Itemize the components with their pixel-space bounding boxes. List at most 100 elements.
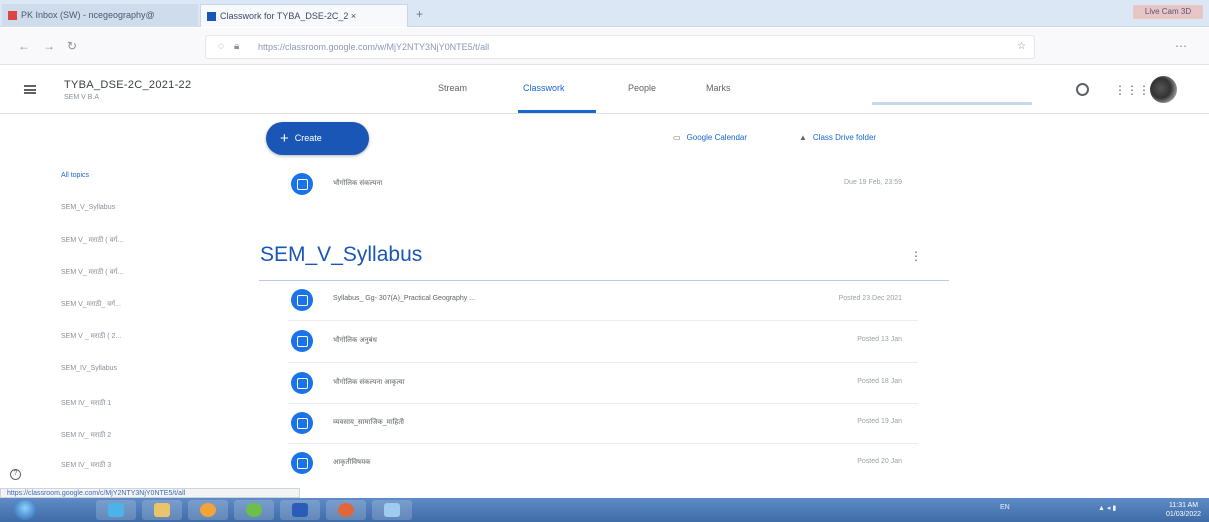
assignment-icon xyxy=(291,173,313,195)
start-button[interactable] xyxy=(14,500,36,520)
address-bar-row: ← → ↻ ◌ 🔒︎ https://classroom.google.com/… xyxy=(0,28,1209,65)
taskbar-word[interactable] xyxy=(280,500,320,520)
material-title: आकृतीविषयक xyxy=(333,459,371,466)
word-icon xyxy=(292,503,308,517)
clock[interactable]: 11:31 AM 01/03/2022 xyxy=(1166,501,1201,519)
assignment-row[interactable]: भौगोलिक संकल्पना Due 19 Feb, 23:59 xyxy=(288,167,914,203)
taskbar-explorer[interactable] xyxy=(142,500,182,520)
material-row[interactable]: आकृतीविषयक Posted 20 Jan xyxy=(288,446,914,482)
tab-classwork[interactable]: Classwork xyxy=(523,83,565,93)
calendar-icon: ▭ xyxy=(673,133,681,142)
material-posted-date: Posted 23 Dec 2021 xyxy=(838,295,902,302)
assignment-due-date: Due 19 Feb, 23:59 xyxy=(844,179,902,186)
google-calendar-link[interactable]: ▭ Google Calendar xyxy=(673,133,747,142)
active-tab-indicator xyxy=(518,110,596,113)
material-icon xyxy=(291,289,313,311)
progress-strip xyxy=(872,102,1032,105)
assignment-title: भौगोलिक संकल्पना xyxy=(333,180,383,187)
row-divider xyxy=(288,320,918,321)
avatar[interactable] xyxy=(1150,76,1177,103)
topic-item[interactable]: SEM V _ मराठी ( 2... xyxy=(61,332,121,341)
folder-icon xyxy=(154,503,170,517)
row-divider xyxy=(288,362,918,363)
class-drive-folder-link[interactable]: ▲ Class Drive folder xyxy=(799,133,876,142)
topic-all[interactable]: All topics xyxy=(61,172,89,179)
topic-item[interactable]: SEM V_मराठी_ वर्ग... xyxy=(61,300,121,309)
lock-icon: 🔒︎ xyxy=(234,41,240,52)
topic-item[interactable]: SEM V_ मराठी ( वर्ग... xyxy=(61,268,123,277)
paint-icon xyxy=(384,503,400,517)
reload-icon[interactable]: ↻ xyxy=(67,39,77,53)
browser-tab-inbox[interactable]: PK Inbox (SW) - ncegeography@ xyxy=(2,4,198,27)
browser-tab-strip: PK Inbox (SW) - ncegeography@ Classwork … xyxy=(0,0,1209,27)
material-row[interactable]: Syllabus_ Gg- 307(A)_Practical Geography… xyxy=(288,283,914,319)
plus-icon: + xyxy=(280,130,289,148)
topic-item[interactable]: SEM IV_ मराठी 2 xyxy=(61,431,111,440)
url-text: https://classroom.google.com/w/MjY2NTY3N… xyxy=(258,42,490,52)
topic-item[interactable]: SEM IV_ मराठी 3 xyxy=(61,461,111,470)
firefox-icon xyxy=(338,503,354,517)
help-icon[interactable] xyxy=(1076,83,1089,96)
status-url: https://classroom.google.com/c/MjY2NTY3N… xyxy=(0,488,300,498)
topic-item[interactable]: SEM_V_Syllabus xyxy=(61,204,115,211)
material-posted-date: Posted 13 Jan xyxy=(857,336,902,343)
material-title: व्यवसाय_सामाजिक_माहिती xyxy=(333,419,404,426)
window-controls[interactable]: Live Cam 3D xyxy=(1133,5,1203,19)
material-row[interactable]: भौगोलिक संकल्पना आकृत्या Posted 18 Jan xyxy=(288,366,914,402)
material-posted-date: Posted 19 Jan xyxy=(857,418,902,425)
class-title[interactable]: TYBA_DSE-2C_2021-22 xyxy=(64,79,191,91)
chrome-icon xyxy=(246,503,262,517)
forward-arrow-icon[interactable]: → xyxy=(43,39,55,53)
taskbar-ie[interactable] xyxy=(96,500,136,520)
extensions-icon[interactable]: ⋯ xyxy=(1175,39,1187,53)
shield-icon: ◌ xyxy=(218,41,224,52)
material-icon xyxy=(291,330,313,352)
drive-folder-icon: ▲ xyxy=(799,133,807,142)
back-arrow-icon[interactable]: ← xyxy=(18,39,30,53)
hamburger-menu-icon[interactable] xyxy=(24,85,36,94)
material-title: Syllabus_ Gg- 307(A)_Practical Geography… xyxy=(333,295,476,302)
tab-stream[interactable]: Stream xyxy=(438,83,467,93)
new-tab-button[interactable]: + xyxy=(416,7,423,21)
material-icon xyxy=(291,412,313,434)
media-player-icon xyxy=(200,503,216,517)
topic-item[interactable]: SEM_IV_Syllabus xyxy=(61,365,117,372)
tab-people[interactable]: People xyxy=(628,83,656,93)
topic-item[interactable]: SEM IV_ मराठी 1 xyxy=(61,399,111,408)
material-icon xyxy=(291,452,313,474)
section-divider xyxy=(259,280,949,281)
help-icon[interactable]: ? xyxy=(10,469,21,480)
gmail-favicon-icon xyxy=(8,11,17,21)
language-indicator[interactable]: EN xyxy=(1000,504,1010,511)
clock-time: 11:31 AM xyxy=(1168,502,1199,509)
os-taskbar: EN ▲ ◂ ▮ 11:31 AM 01/03/2022 xyxy=(0,498,1209,522)
browser-tab-classwork[interactable]: Classwork for TYBA_DSE-2C_2 × xyxy=(200,4,408,27)
topics-sidebar: All topics SEM_V_Syllabus SEM V_ मराठी (… xyxy=(0,115,200,487)
topic-item[interactable]: SEM V_ मराठी ( वर्ग... xyxy=(61,236,123,245)
bookmark-star-icon[interactable]: ☆ xyxy=(1017,41,1026,52)
tab-marks[interactable]: Marks xyxy=(706,83,731,93)
taskbar-chrome[interactable] xyxy=(234,500,274,520)
topic-section-title: SEM_V_Syllabus xyxy=(260,243,423,266)
material-icon xyxy=(291,372,313,394)
material-posted-date: Posted 18 Jan xyxy=(857,378,902,385)
taskbar-paint[interactable] xyxy=(372,500,412,520)
material-posted-date: Posted 20 Jan xyxy=(857,458,902,465)
material-row[interactable]: भौगोलिक अनुबंध Posted 13 Jan xyxy=(288,324,914,360)
material-title: भौगोलिक संकल्पना आकृत्या xyxy=(333,379,405,386)
system-tray-icons[interactable]: ▲ ◂ ▮ xyxy=(1098,504,1116,512)
create-button[interactable]: + Create xyxy=(266,122,369,155)
classroom-favicon-icon xyxy=(207,12,216,22)
url-input[interactable]: ◌ 🔒︎ https://classroom.google.com/w/MjY2… xyxy=(205,35,1035,59)
more-options-icon[interactable]: ⋮ xyxy=(910,249,922,263)
material-title: भौगोलिक अनुबंध xyxy=(333,337,377,344)
taskbar-firefox[interactable] xyxy=(326,500,366,520)
class-subtitle: SEM V B.A xyxy=(64,94,100,101)
clock-date: 01/03/2022 xyxy=(1166,511,1202,518)
ie-icon xyxy=(108,503,124,517)
google-apps-icon[interactable]: ⋮⋮⋮ xyxy=(1114,83,1150,97)
material-row[interactable]: व्यवसाय_सामाजिक_माहिती Posted 19 Jan xyxy=(288,406,914,442)
taskbar-media[interactable] xyxy=(188,500,228,520)
row-divider xyxy=(288,443,918,444)
classroom-header: TYBA_DSE-2C_2021-22 SEM V B.A Stream Cla… xyxy=(0,66,1209,114)
